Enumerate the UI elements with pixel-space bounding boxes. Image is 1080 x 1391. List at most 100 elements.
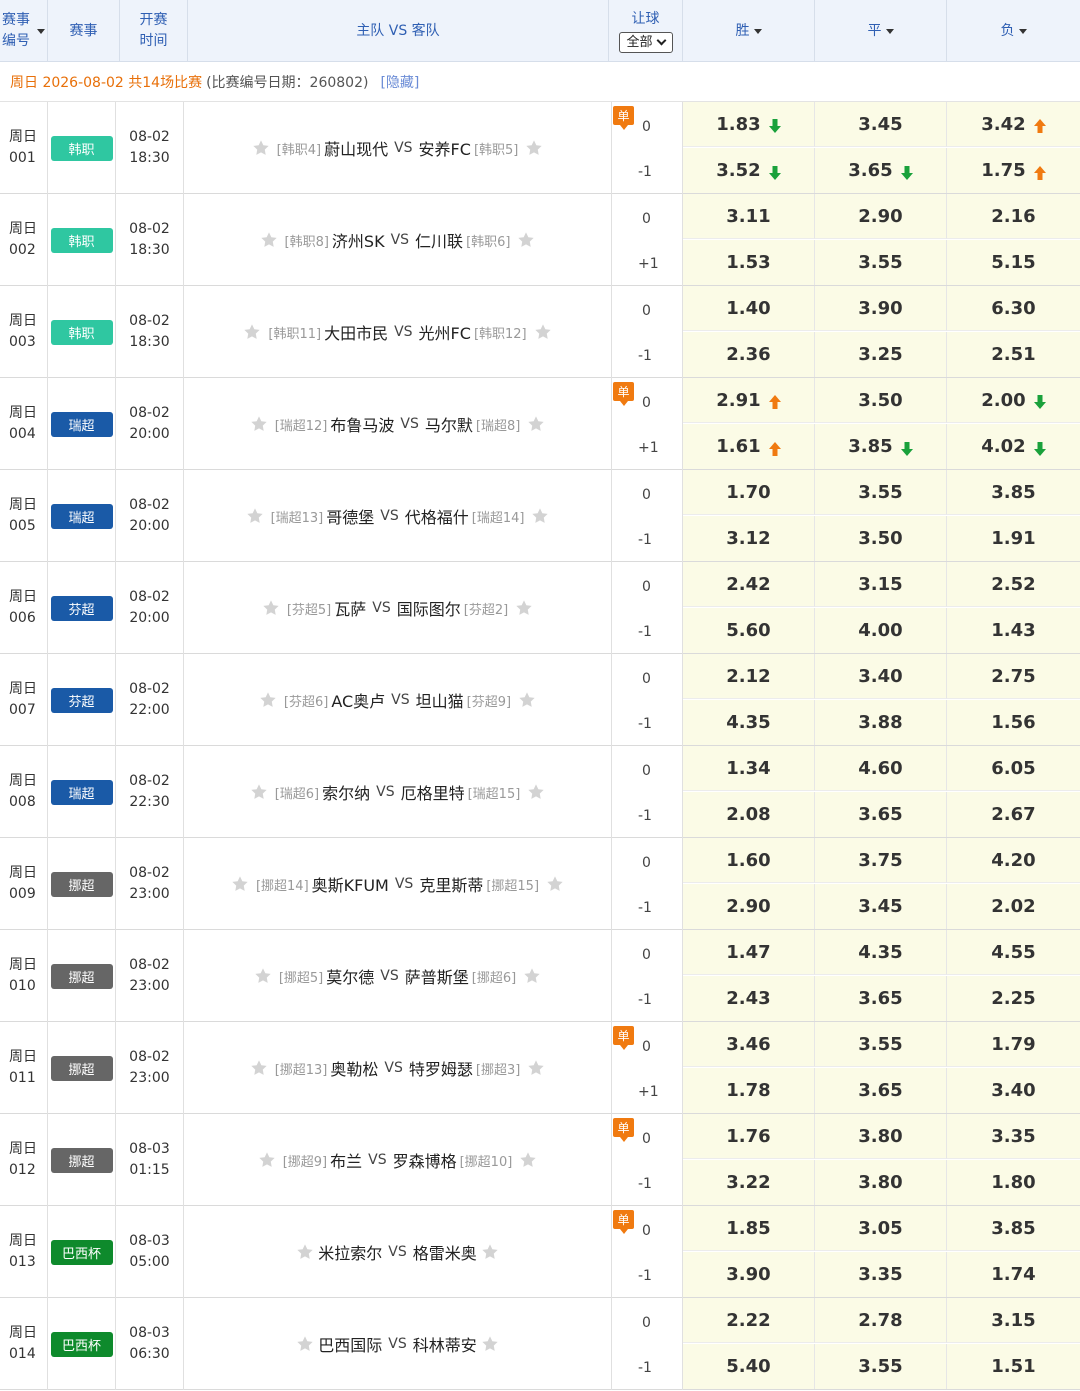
odds-draw-cell[interactable]: 3.80 [815,1114,947,1159]
odds-lose-cell[interactable]: 2.51 [947,332,1080,377]
league-badge[interactable]: 韩职 [50,319,113,345]
odds-draw-cell[interactable]: 4.35 [815,930,947,975]
odds-draw-cell[interactable]: 3.65 [815,792,947,837]
odds-draw-cell[interactable]: 3.55 [815,470,947,515]
odds-draw-cell[interactable]: 3.90 [815,286,947,331]
odds-win-cell[interactable]: 3.22 [683,1160,815,1205]
away-team[interactable]: 代格福什 [405,504,469,528]
favorite-star-icon[interactable] [259,691,277,709]
odds-win-cell[interactable]: 1.34 [683,746,815,791]
favorite-star-icon[interactable] [250,415,268,433]
odds-draw-cell[interactable]: 3.15 [815,562,947,607]
caret-down-icon[interactable] [37,29,45,34]
odds-lose-cell[interactable]: 3.85 [947,470,1080,515]
odds-lose-cell[interactable]: 3.42 [947,102,1080,147]
odds-draw-cell[interactable]: 3.35 [815,1252,947,1297]
favorite-star-icon[interactable] [250,1059,268,1077]
odds-lose-cell[interactable]: 1.74 [947,1252,1080,1297]
odds-draw-cell[interactable]: 4.60 [815,746,947,791]
odds-win-cell[interactable]: 2.43 [683,976,815,1021]
favorite-star-icon[interactable] [481,1243,499,1261]
home-team[interactable]: 瓦萨 [334,596,366,620]
odds-lose-cell[interactable]: 1.91 [947,516,1080,561]
odds-win-cell[interactable]: 2.36 [683,332,815,377]
favorite-star-icon[interactable] [243,323,261,341]
odds-draw-cell[interactable]: 3.40 [815,654,947,699]
favorite-star-icon[interactable] [258,1151,276,1169]
odds-lose-cell[interactable]: 2.16 [947,194,1080,239]
odds-draw-cell[interactable]: 3.45 [815,102,947,147]
favorite-star-icon[interactable] [519,1151,537,1169]
odds-win-cell[interactable]: 2.90 [683,884,815,929]
league-badge[interactable]: 瑞超 [50,503,113,529]
away-team[interactable]: 特罗姆瑟 [409,1056,473,1080]
league-badge[interactable]: 韩职 [50,135,113,161]
odds-lose-cell[interactable]: 1.56 [947,700,1080,745]
home-team[interactable]: AC奥卢 [331,688,385,712]
home-team[interactable]: 索尔纳 [322,780,370,804]
favorite-star-icon[interactable] [252,139,270,157]
favorite-star-icon[interactable] [534,323,552,341]
favorite-star-icon[interactable] [296,1243,314,1261]
odds-lose-cell[interactable]: 4.55 [947,930,1080,975]
odds-draw-cell[interactable]: 4.00 [815,608,947,653]
odds-draw-cell[interactable]: 3.25 [815,332,947,377]
favorite-star-icon[interactable] [515,599,533,617]
home-team[interactable]: 米拉索尔 [318,1240,382,1264]
league-badge[interactable]: 瑞超 [50,779,113,805]
home-team[interactable]: 巴西国际 [318,1332,382,1356]
odds-win-cell[interactable]: 3.46 [683,1022,815,1067]
odds-lose-cell[interactable]: 2.67 [947,792,1080,837]
header-win-sort[interactable]: 胜 [683,0,815,62]
favorite-star-icon[interactable] [527,783,545,801]
odds-draw-cell[interactable]: 3.65 [815,148,947,193]
odds-draw-cell[interactable]: 3.55 [815,240,947,285]
odds-lose-cell[interactable]: 1.80 [947,1160,1080,1205]
home-team[interactable]: 奥斯KFUM [312,872,389,896]
odds-lose-cell[interactable]: 4.02 [947,424,1080,469]
favorite-star-icon[interactable] [518,691,536,709]
favorite-star-icon[interactable] [525,139,543,157]
away-team[interactable]: 罗森博格 [393,1148,457,1172]
header-match-number[interactable]: 赛事 编号 [0,0,48,62]
odds-win-cell[interactable]: 1.40 [683,286,815,331]
away-team[interactable]: 坦山猫 [416,688,464,712]
odds-draw-cell[interactable]: 3.55 [815,1344,947,1389]
odds-lose-cell[interactable]: 2.52 [947,562,1080,607]
favorite-star-icon[interactable] [523,967,541,985]
odds-lose-cell[interactable]: 3.15 [947,1298,1080,1343]
favorite-star-icon[interactable] [260,231,278,249]
away-team[interactable]: 萨普斯堡 [405,964,469,988]
odds-lose-cell[interactable]: 3.85 [947,1206,1080,1251]
away-team[interactable]: 安养FC [419,136,471,160]
league-badge[interactable]: 芬超 [50,687,113,713]
favorite-star-icon[interactable] [546,875,564,893]
home-team[interactable]: 大田市民 [324,320,388,344]
odds-lose-cell[interactable]: 3.40 [947,1068,1080,1113]
favorite-star-icon[interactable] [262,599,280,617]
odds-win-cell[interactable]: 3.90 [683,1252,815,1297]
favorite-star-icon[interactable] [231,875,249,893]
odds-win-cell[interactable]: 3.11 [683,194,815,239]
home-team[interactable]: 莫尔德 [326,964,374,988]
odds-draw-cell[interactable]: 2.78 [815,1298,947,1343]
league-badge[interactable]: 挪超 [50,871,113,897]
home-team[interactable]: 哥德堡 [326,504,374,528]
odds-lose-cell[interactable]: 6.30 [947,286,1080,331]
odds-draw-cell[interactable]: 3.65 [815,1068,947,1113]
league-badge[interactable]: 挪超 [50,1147,113,1173]
favorite-star-icon[interactable] [527,415,545,433]
away-team[interactable]: 格雷米奥 [413,1240,477,1264]
odds-win-cell[interactable]: 1.53 [683,240,815,285]
league-badge[interactable]: 芬超 [50,595,113,621]
league-badge[interactable]: 瑞超 [50,411,113,437]
odds-win-cell[interactable]: 2.22 [683,1298,815,1343]
odds-lose-cell[interactable]: 2.75 [947,654,1080,699]
league-badge[interactable]: 韩职 [50,227,113,253]
away-team[interactable]: 厄格里特 [401,780,465,804]
odds-win-cell[interactable]: 1.61 [683,424,815,469]
home-team[interactable]: 奥勒松 [330,1056,378,1080]
odds-win-cell[interactable]: 5.60 [683,608,815,653]
odds-win-cell[interactable]: 5.40 [683,1344,815,1389]
odds-win-cell[interactable]: 2.08 [683,792,815,837]
